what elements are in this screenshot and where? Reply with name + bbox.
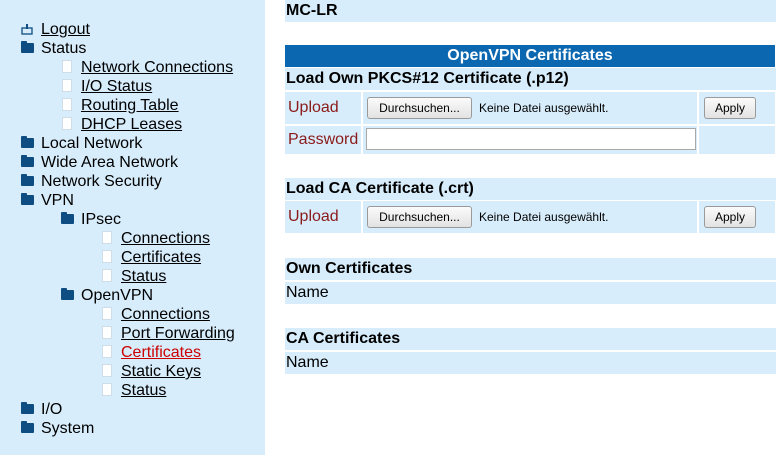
document-icon	[100, 248, 116, 267]
nav-network-connections[interactable]: Network Connections	[60, 58, 233, 77]
own-certificates-column-name: Name	[285, 282, 776, 304]
device-title: MC-LR	[285, 0, 776, 22]
nav-network-security-label[interactable]: Network Security	[41, 173, 162, 190]
nav-ipsec-label[interactable]: IPsec	[81, 211, 121, 228]
nav-routing-table-label[interactable]: Routing Table	[81, 97, 179, 114]
nav-openvpn-static-keys[interactable]: Static Keys	[100, 362, 201, 381]
nav-io-label[interactable]: I/O	[41, 401, 62, 418]
ca-apply-button[interactable]: Apply	[704, 206, 756, 228]
sidebar: Logout Status Network Connections I/O St…	[0, 0, 265, 455]
nav-openvpn-connections[interactable]: Connections	[100, 305, 210, 324]
nav-ipsec-connections-label[interactable]: Connections	[121, 230, 210, 247]
nav-openvpn[interactable]: OpenVPN	[60, 286, 153, 305]
nav-openvpn-port-forwarding[interactable]: Port Forwarding	[100, 324, 235, 343]
own-apply-button[interactable]: Apply	[704, 97, 756, 119]
nav-system[interactable]: System	[20, 419, 94, 438]
nav-openvpn-certificates[interactable]: Certificates	[100, 343, 201, 362]
document-icon	[100, 362, 116, 381]
nav-wide-area-network[interactable]: Wide Area Network	[20, 153, 178, 172]
nav-wide-area-network-label[interactable]: Wide Area Network	[41, 154, 178, 171]
nav-dhcp-leases-label[interactable]: DHCP Leases	[81, 116, 182, 133]
ca-upload-label-cell: Upload	[285, 201, 361, 233]
nav-openvpn-static-keys-label[interactable]: Static Keys	[121, 363, 201, 380]
nav-ipsec-connections[interactable]: Connections	[100, 229, 210, 248]
logout-icon	[20, 20, 36, 39]
section-header: OpenVPN Certificates	[285, 45, 775, 67]
own-apply-cell: Apply	[699, 92, 775, 124]
nav-network-connections-label[interactable]: Network Connections	[81, 59, 233, 76]
nav-openvpn-port-forwarding-label[interactable]: Port Forwarding	[121, 325, 235, 342]
document-icon	[100, 229, 116, 248]
ca-certificates-title: CA Certificates	[285, 328, 776, 350]
nav-ipsec[interactable]: IPsec	[60, 210, 121, 229]
load-own-title: Load Own PKCS#12 Certificate (.p12)	[285, 68, 776, 90]
nav-network-security[interactable]: Network Security	[20, 172, 162, 191]
password-field-cell	[363, 126, 697, 154]
load-ca-title: Load CA Certificate (.crt)	[285, 178, 776, 200]
document-icon	[60, 96, 76, 115]
nav-io-status[interactable]: I/O Status	[60, 77, 152, 96]
own-upload-label-cell: Upload	[285, 92, 361, 124]
nav-system-label[interactable]: System	[41, 420, 94, 437]
nav-logout[interactable]: Logout	[20, 20, 90, 39]
nav-vpn-label[interactable]: VPN	[41, 192, 74, 209]
nav-openvpn-status[interactable]: Status	[100, 381, 166, 400]
nav-openvpn-certificates-label[interactable]: Certificates	[121, 344, 201, 361]
folder-icon	[20, 400, 36, 419]
nav-ipsec-certificates[interactable]: Certificates	[100, 248, 201, 267]
own-file-cell: Durchsuchen... Keine Datei ausgewählt.	[363, 92, 697, 124]
password-input[interactable]	[366, 128, 696, 150]
nav-routing-table[interactable]: Routing Table	[60, 96, 179, 115]
document-icon	[100, 343, 116, 362]
nav-openvpn-status-label[interactable]: Status	[121, 382, 166, 399]
nav-io[interactable]: I/O	[20, 400, 62, 419]
folder-icon	[60, 286, 76, 305]
nav-ipsec-status[interactable]: Status	[100, 267, 166, 286]
folder-icon	[20, 172, 36, 191]
document-icon	[60, 77, 76, 96]
folder-icon	[20, 39, 36, 58]
nav-status[interactable]: Status	[20, 39, 86, 58]
document-icon	[100, 324, 116, 343]
document-icon	[100, 267, 116, 286]
password-empty-cell	[699, 126, 775, 154]
ca-browse-button[interactable]: Durchsuchen...	[367, 206, 472, 228]
nav-logout-label[interactable]: Logout	[41, 21, 90, 38]
password-label: Password	[288, 131, 359, 148]
nav-ipsec-status-label[interactable]: Status	[121, 268, 166, 285]
folder-icon	[20, 419, 36, 438]
own-upload-label: Upload	[288, 99, 339, 116]
own-certificates-title: Own Certificates	[285, 258, 776, 280]
folder-icon	[20, 134, 36, 153]
folder-icon	[60, 210, 76, 229]
document-icon	[60, 115, 76, 134]
ca-upload-label: Upload	[288, 208, 339, 225]
ca-file-cell: Durchsuchen... Keine Datei ausgewählt.	[363, 201, 697, 233]
nav-vpn[interactable]: VPN	[20, 191, 74, 210]
nav-local-network[interactable]: Local Network	[20, 134, 142, 153]
ca-apply-cell: Apply	[699, 201, 775, 233]
document-icon	[60, 58, 76, 77]
folder-icon	[20, 191, 36, 210]
nav-local-network-label[interactable]: Local Network	[41, 135, 142, 152]
password-label-cell: Password	[285, 126, 361, 154]
nav-ipsec-certificates-label[interactable]: Certificates	[121, 249, 201, 266]
nav-openvpn-label[interactable]: OpenVPN	[81, 287, 153, 304]
nav-status-label[interactable]: Status	[41, 40, 86, 57]
nav-dhcp-leases[interactable]: DHCP Leases	[60, 115, 182, 134]
own-file-status: Keine Datei ausgewählt.	[479, 101, 609, 115]
own-browse-button[interactable]: Durchsuchen...	[367, 97, 472, 119]
ca-certificates-column-name: Name	[285, 352, 776, 374]
nav-openvpn-connections-label[interactable]: Connections	[121, 306, 210, 323]
folder-icon	[20, 153, 36, 172]
document-icon	[100, 305, 116, 324]
document-icon	[100, 381, 116, 400]
ca-file-status: Keine Datei ausgewählt.	[479, 210, 609, 224]
nav-io-status-label[interactable]: I/O Status	[81, 78, 152, 95]
